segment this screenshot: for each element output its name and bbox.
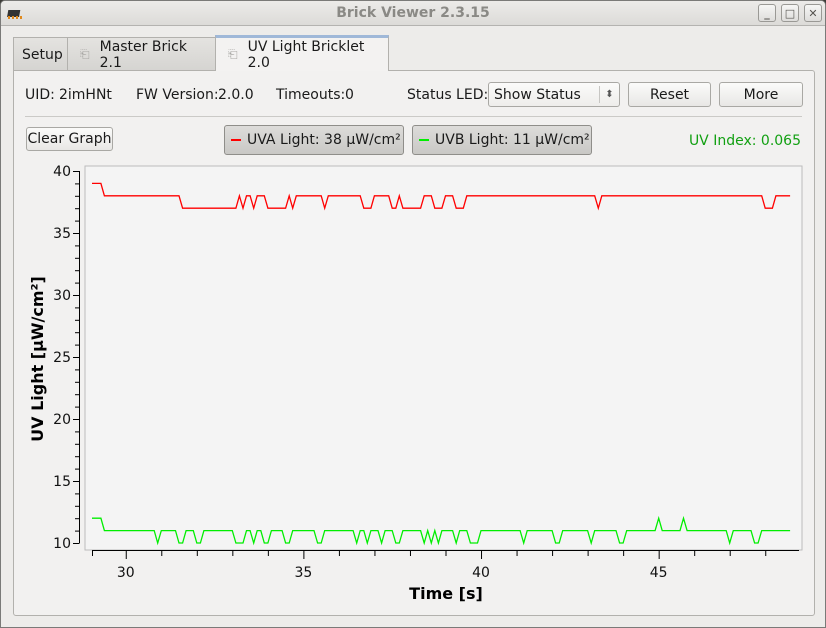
y-tick-label: 30 [53, 288, 71, 304]
y-tick-label: 10 [53, 536, 71, 552]
x-tick-label: 35 [294, 565, 312, 581]
tab-uv-light-bricklet[interactable]: ⎗ UV Light Bricklet 2.0 [215, 35, 389, 71]
plot-area [84, 165, 803, 551]
y-tick-label: 25 [53, 350, 71, 366]
app-window: Brick Viewer 2.3.15 _ □ ✕ Setup ⎗ Master… [0, 0, 826, 628]
y-tick-label: 40 [53, 164, 71, 180]
tab-label: UV Light Bricklet 2.0 [247, 38, 365, 71]
x-tick-label: 45 [650, 565, 668, 581]
x-tick-label: 30 [117, 565, 135, 581]
y-tick-label: 35 [53, 226, 71, 242]
uv-light-chart: 10 15 20 25 30 35 40 30 35 40 45 Time [s] UV Light [… [28, 164, 803, 603]
detach-icon[interactable]: ⎗ [228, 47, 238, 62]
x-axis-label: Time [s] [409, 584, 483, 603]
y-tick-label: 20 [53, 412, 71, 428]
x-tick-label: 40 [472, 565, 490, 581]
y-axis-label: UV Light [µW/cm²] [28, 276, 47, 442]
y-tick-label: 15 [53, 474, 71, 490]
